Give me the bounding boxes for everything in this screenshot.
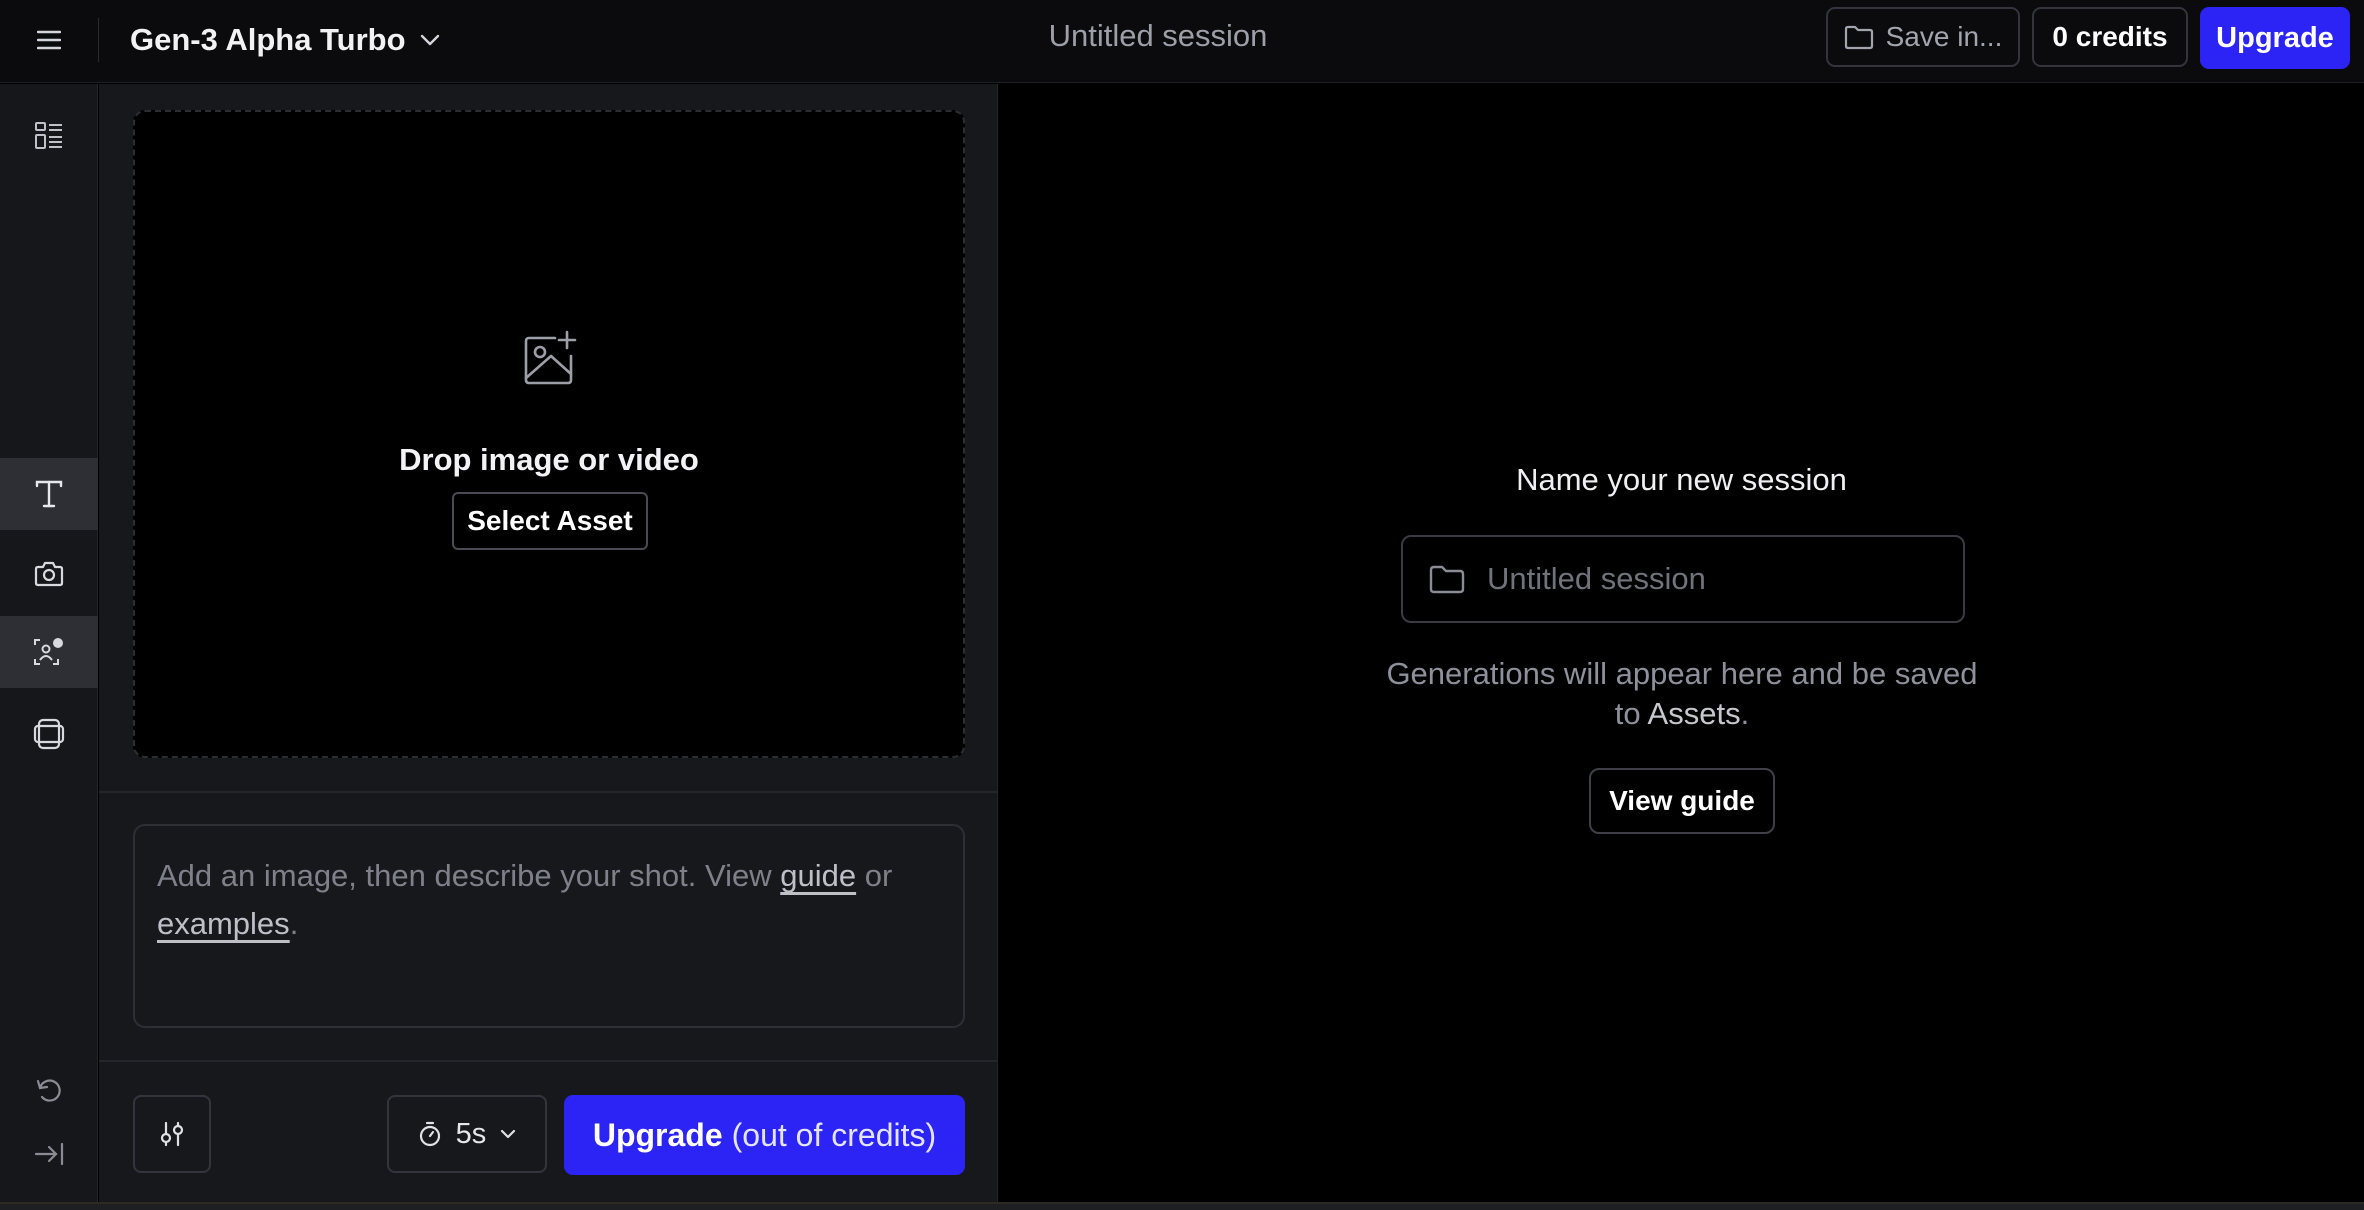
dropzone-text: Drop image or video — [399, 442, 699, 477]
prompt-placeholder-middle: or — [856, 858, 893, 893]
select-asset-button[interactable]: Select Asset — [452, 492, 648, 550]
name-session-heading: Name your new session — [1516, 462, 1847, 497]
rail-item-layers[interactable] — [0, 698, 98, 770]
top-bar: Gen-3 Alpha Turbo Untitled session Save … — [0, 0, 2364, 83]
assets-text: Assets — [1647, 696, 1741, 731]
bottom-edge — [0, 1202, 2364, 1210]
divider — [99, 1060, 997, 1062]
media-dropzone[interactable]: Drop image or video Select Asset — [133, 110, 965, 758]
folder-icon — [1429, 565, 1465, 594]
prompt-textarea[interactable]: Add an image, then describe your shot. V… — [133, 824, 965, 1028]
generation-panel: Drop image or video Select Asset Add an … — [99, 84, 998, 1202]
folder-icon — [1844, 25, 1873, 50]
settings-button[interactable] — [133, 1095, 211, 1173]
face-tracking-icon — [34, 638, 63, 665]
prompt-placeholder: Add an image, then describe your shot. V… — [157, 858, 781, 893]
layout-list-icon — [35, 122, 62, 149]
sliders-icon — [160, 1121, 184, 1147]
rail-item-face[interactable] — [0, 616, 98, 688]
collapse-panel-icon — [34, 1142, 64, 1166]
stopwatch-icon — [419, 1121, 440, 1147]
rail-item-collapse[interactable] — [0, 1118, 98, 1190]
credits-label: 0 credits — [2052, 21, 2168, 52]
image-add-icon — [524, 330, 577, 385]
camera-icon — [34, 561, 64, 587]
chevron-down-icon — [501, 1129, 516, 1139]
rail-item-camera[interactable] — [0, 538, 98, 610]
layers-icon — [33, 718, 65, 750]
text-icon — [35, 480, 63, 508]
generations-info: Generations will appear here and be save… — [1382, 654, 1982, 734]
session-name-field[interactable] — [1401, 535, 1965, 623]
save-in-button[interactable]: Save in... — [1826, 7, 2020, 67]
prompt-placeholder-end: . — [289, 906, 299, 941]
credits-button[interactable]: 0 credits — [2032, 7, 2188, 67]
upgrade-generate-button[interactable]: Upgrade (out of credits) — [564, 1095, 965, 1175]
generations-info-end: . — [1740, 696, 1750, 731]
view-guide-button[interactable]: View guide — [1589, 768, 1775, 834]
guide-link[interactable]: guide — [780, 858, 856, 893]
undo-icon — [36, 1079, 61, 1102]
duration-value: 5s — [455, 1117, 487, 1150]
upgrade-main-label: Upgrade — [592, 1116, 723, 1153]
duration-select[interactable]: 5s — [387, 1095, 547, 1173]
tool-rail — [0, 84, 98, 1202]
upgrade-label: Upgrade — [2216, 21, 2334, 54]
save-in-label: Save in... — [1885, 21, 2003, 52]
rail-item-undo[interactable] — [0, 1054, 98, 1126]
rail-item-layout[interactable] — [0, 100, 98, 172]
upgrade-sub-label: (out of credits) — [731, 1116, 937, 1153]
upgrade-button[interactable]: Upgrade — [2200, 7, 2350, 69]
rail-item-text[interactable] — [0, 458, 98, 530]
session-area: Name your new session Generations will a… — [999, 84, 2364, 1202]
session-name-input[interactable] — [1487, 561, 1927, 597]
divider — [99, 791, 997, 793]
examples-link[interactable]: examples — [157, 906, 290, 941]
